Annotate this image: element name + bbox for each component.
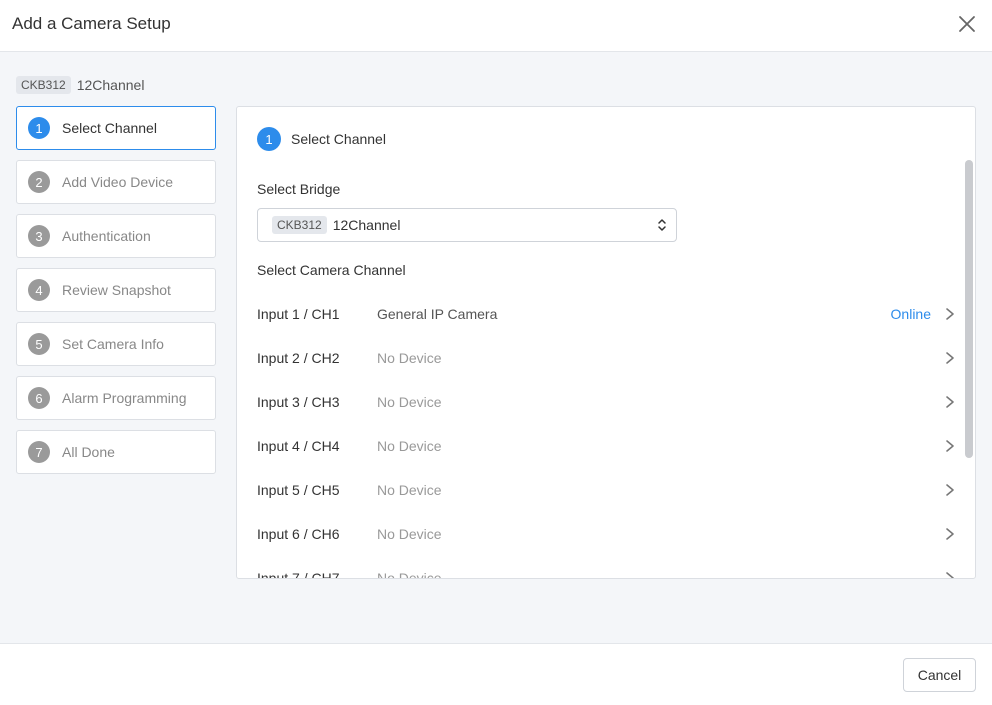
chevron-right-icon — [946, 352, 954, 364]
panel-step-number: 1 — [257, 127, 281, 151]
panel-heading: 1 Select Channel — [257, 127, 386, 151]
chevron-right-icon — [946, 396, 954, 408]
step-list: 1 Select Channel 2 Add Video Device 3 Au… — [16, 106, 216, 484]
step-alarm-programming[interactable]: 6 Alarm Programming — [16, 376, 216, 420]
channel-name: Input 2 / CH2 — [257, 350, 340, 366]
chevron-right-icon — [946, 528, 954, 540]
channel-row[interactable]: Input 2 / CH2 No Device — [257, 336, 957, 380]
chevron-right-icon — [946, 572, 954, 578]
channel-row[interactable]: Input 1 / CH1 General IP Camera Online — [257, 292, 957, 336]
step-set-camera-info[interactable]: 5 Set Camera Info — [16, 322, 216, 366]
channel-device: No Device — [377, 438, 442, 454]
bridge-select-value: 12Channel — [332, 217, 401, 233]
chevron-right-icon — [946, 308, 954, 320]
dialog-title: Add a Camera Setup — [12, 14, 171, 33]
step-number: 5 — [28, 333, 50, 355]
channel-name: Input 6 / CH6 — [257, 526, 340, 542]
bridge-name: 12Channel — [76, 77, 145, 93]
channel-device: No Device — [377, 350, 442, 366]
step-label: Authentication — [62, 228, 151, 244]
panel-scrollbar[interactable] — [965, 160, 973, 458]
bridge-tag: CKB312 12Channel — [16, 76, 144, 94]
step-number: 4 — [28, 279, 50, 301]
dialog-footer: Cancel — [0, 643, 992, 705]
channel-list: Input 1 / CH1 General IP Camera Online I… — [257, 292, 957, 579]
step-label: Add Video Device — [62, 174, 174, 190]
channel-name: Input 1 / CH1 — [257, 306, 340, 322]
select-channel-panel: 1 Select Channel Select Bridge CKB312 12… — [236, 106, 976, 579]
select-camera-channel-label: Select Camera Channel — [257, 262, 406, 278]
panel-title: Select Channel — [291, 131, 386, 147]
select-bridge-label: Select Bridge — [257, 181, 341, 197]
step-authentication[interactable]: 3 Authentication — [16, 214, 216, 258]
step-label: Set Camera Info — [62, 336, 164, 352]
channel-row[interactable]: Input 3 / CH3 No Device — [257, 380, 957, 424]
step-number: 6 — [28, 387, 50, 409]
step-label: Review Snapshot — [62, 282, 171, 298]
step-number: 3 — [28, 225, 50, 247]
step-review-snapshot[interactable]: 4 Review Snapshot — [16, 268, 216, 312]
channel-name: Input 5 / CH5 — [257, 482, 340, 498]
channel-device: General IP Camera — [377, 306, 498, 322]
step-label: Select Channel — [62, 120, 157, 136]
step-select-channel[interactable]: 1 Select Channel — [16, 106, 216, 150]
bridge-id-chip: CKB312 — [16, 76, 71, 94]
channel-device: No Device — [377, 570, 442, 579]
channel-name: Input 3 / CH3 — [257, 394, 340, 410]
step-label: All Done — [62, 444, 115, 460]
channel-device: No Device — [377, 394, 442, 410]
chevron-right-icon — [946, 440, 954, 452]
channel-device: No Device — [377, 482, 442, 498]
step-number: 7 — [28, 441, 50, 463]
channel-name: Input 7 / CH7 — [257, 570, 340, 579]
channel-row[interactable]: Input 5 / CH5 No Device — [257, 468, 957, 512]
close-icon[interactable] — [955, 12, 979, 36]
channel-name: Input 4 / CH4 — [257, 438, 340, 454]
select-caret-icon — [658, 219, 666, 231]
dialog-body: CKB312 12Channel 1 Select Channel 2 Add … — [0, 52, 992, 643]
step-add-video-device[interactable]: 2 Add Video Device — [16, 160, 216, 204]
channel-row[interactable]: Input 4 / CH4 No Device — [257, 424, 957, 468]
step-number: 1 — [28, 117, 50, 139]
step-number: 2 — [28, 171, 50, 193]
chevron-right-icon — [946, 484, 954, 496]
step-label: Alarm Programming — [62, 390, 187, 406]
bridge-id-chip: CKB312 — [272, 216, 327, 234]
bridge-select[interactable]: CKB312 12Channel — [257, 208, 677, 242]
cancel-button[interactable]: Cancel — [903, 658, 976, 692]
dialog-header: Add a Camera Setup — [0, 0, 992, 52]
step-all-done[interactable]: 7 All Done — [16, 430, 216, 474]
channel-device: No Device — [377, 526, 442, 542]
channel-row[interactable]: Input 7 / CH7 No Device — [257, 556, 957, 579]
status-online: Online — [890, 306, 931, 322]
channel-row[interactable]: Input 6 / CH6 No Device — [257, 512, 957, 556]
